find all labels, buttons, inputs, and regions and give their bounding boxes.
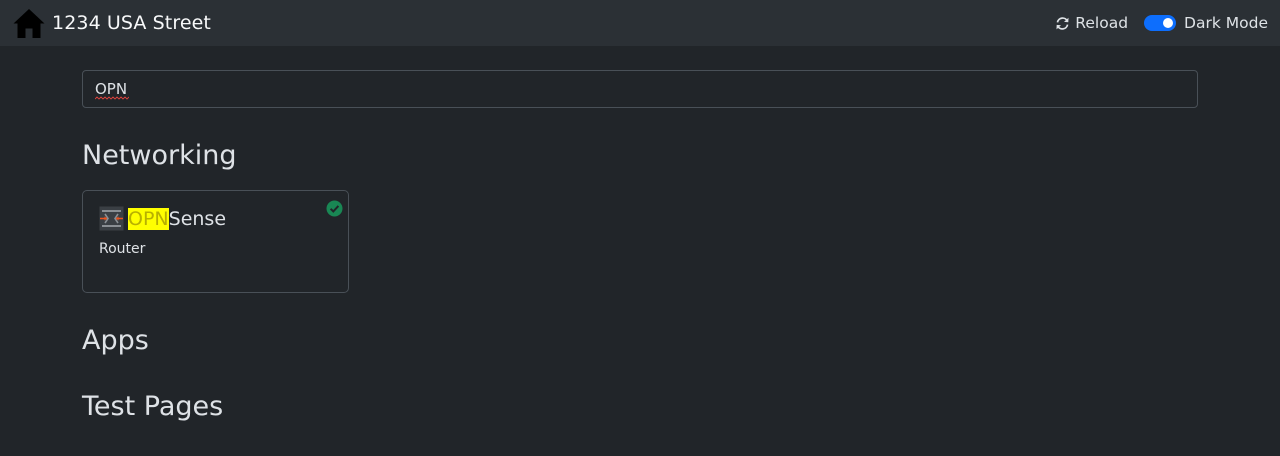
search-highlight: OPN: [128, 207, 169, 230]
dark-mode-toggle[interactable]: Dark Mode: [1144, 14, 1268, 32]
home-brand-link[interactable]: 1234 USA Street: [12, 6, 211, 40]
search-input[interactable]: [82, 70, 1198, 108]
service-card-opnsense[interactable]: OPN Sense Router: [82, 190, 349, 293]
section-title-test-pages: Test Pages: [82, 391, 224, 422]
reload-label: Reload: [1075, 14, 1129, 32]
service-name: OPN Sense: [128, 207, 227, 230]
service-subtitle: Router: [99, 241, 146, 257]
reload-button[interactable]: Reload: [1055, 14, 1128, 32]
section-title-networking: Networking: [82, 140, 237, 171]
switch-knob: [1163, 18, 1174, 28]
home-icon: [13, 9, 45, 38]
dark-mode-switch[interactable]: [1144, 15, 1177, 31]
spellcheck-underline: [95, 96, 129, 100]
navbar-actions: Reload Dark Mode: [1055, 0, 1268, 46]
status-check-icon: [326, 200, 343, 217]
service-card-header: OPN Sense: [99, 206, 226, 231]
reload-icon: [1056, 16, 1069, 30]
top-navbar: 1234 USA Street Reload Dark Mode: [0, 0, 1280, 46]
dark-mode-label: Dark Mode: [1184, 14, 1268, 32]
service-name-rest: Sense: [168, 207, 227, 230]
opnsense-icon: [99, 206, 124, 231]
site-title: 1234 USA Street: [52, 12, 211, 34]
section-title-apps: Apps: [82, 325, 149, 356]
